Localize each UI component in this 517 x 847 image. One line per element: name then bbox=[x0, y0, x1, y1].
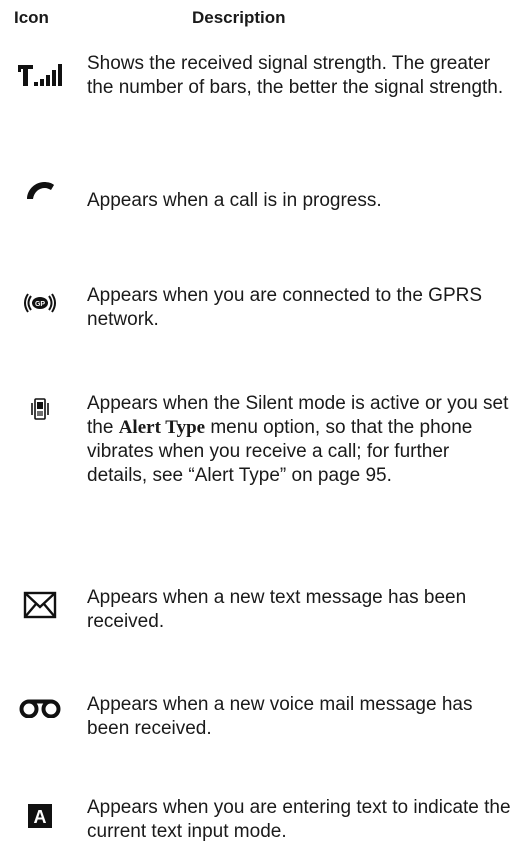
table-row: Shows the received signal strength. The … bbox=[0, 50, 517, 122]
voicemail-icon bbox=[0, 697, 80, 719]
table-row: Appears when a new text message has been… bbox=[0, 582, 517, 642]
row-description: Appears when you are connected to the GP… bbox=[87, 285, 483, 330]
row-description: Appears when you are entering text to in… bbox=[87, 797, 511, 842]
signal-strength-icon bbox=[0, 56, 80, 94]
svg-text:A: A bbox=[34, 807, 47, 827]
table-row: Appears when a call is in progress. bbox=[0, 163, 517, 211]
call-in-progress-icon bbox=[0, 177, 80, 203]
alert-type-term: Alert Type bbox=[118, 417, 206, 438]
icon-column-header: Icon bbox=[14, 8, 49, 27]
text-input-mode-icon: A bbox=[0, 802, 80, 830]
row-description: Appears when a call is in progress. bbox=[87, 190, 382, 211]
table-row: GP Appears when you are connected to the… bbox=[0, 280, 517, 340]
table-row: Appears when a new voice mail message ha… bbox=[0, 689, 517, 749]
description-column-header: Description bbox=[192, 8, 286, 27]
table-row: Appears when the Silent mode is active o… bbox=[0, 390, 517, 520]
row-description: Appears when the Silent mode is active o… bbox=[87, 393, 509, 486]
text-message-icon bbox=[0, 590, 80, 620]
svg-text:GP: GP bbox=[35, 301, 45, 308]
table-header: Icon Description bbox=[0, 6, 517, 32]
vibrate-icon bbox=[0, 396, 80, 422]
row-description: Appears when a new text message has been… bbox=[87, 587, 467, 632]
table-row: A Appears when you are entering text to … bbox=[0, 792, 517, 847]
row-description: Appears when a new voice mail message ha… bbox=[87, 694, 473, 739]
row-description: Shows the received signal strength. The … bbox=[87, 53, 504, 98]
gprs-icon: GP bbox=[0, 290, 80, 316]
